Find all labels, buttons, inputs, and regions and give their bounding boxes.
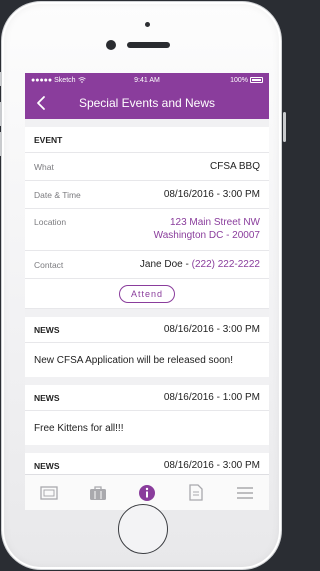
news-tag: NEWS [34,392,60,403]
volume-down-button [0,132,2,156]
news-header: NEWS 08/16/2016 - 3:00 PM [25,453,269,474]
mute-switch [0,72,2,86]
carrier: ●●●●● Sketch [31,77,108,84]
power-button [283,112,286,142]
phone-frame: ●●●●● Sketch 9:41 AM 100% Special Events… [0,1,286,570]
attend-button[interactable]: Attend [118,284,176,303]
datetime-label: Date & Time [34,189,81,200]
location-link[interactable]: 123 Main Street NW Washington DC - 20007 [154,217,260,242]
attend-row: Attend [25,279,269,309]
event-location-row[interactable]: Location 123 Main Street NW Washington D… [25,209,269,251]
front-camera [106,40,116,50]
battery: 100% [186,77,263,84]
news-date: 08/16/2016 - 3:00 PM [163,460,260,471]
nav-bar: Special Events and News [25,87,269,119]
carrier-name: Sketch [54,76,76,84]
news-card-3[interactable]: NEWS 08/16/2016 - 3:00 PM [25,453,269,474]
contact-phone-link[interactable]: (222) 222-2222 [192,259,260,270]
menu-icon [236,486,253,499]
news-date: 08/16/2016 - 1:00 PM [163,392,260,403]
tab-photos[interactable] [34,480,64,506]
proximity-sensor [145,22,150,27]
home-button[interactable] [118,504,168,554]
back-button[interactable] [33,93,51,113]
news-date: 08/16/2016 - 3:00 PM [163,324,260,335]
status-time: 9:41 AM [134,76,160,84]
what-label: What [34,161,54,172]
news-tag: NEWS [34,460,60,471]
location-label: Location [34,217,67,227]
event-datetime-row: Date & Time 08/16/2016 - 3:00 PM [25,181,269,209]
event-heading: EVENT [25,127,269,153]
chevron-left-icon [37,96,45,110]
news-text: Free Kittens for all!!! [34,422,124,434]
feed[interactable]: EVENT What CFSA BBQ Date & Time 08/16/20… [25,119,269,474]
app-screen: ●●●●● Sketch 9:41 AM 100% Special Events… [25,73,269,510]
what-value: CFSA BBQ [209,161,260,172]
signal-dots-icon: ●●●●● [31,76,53,84]
datetime-value: 08/16/2016 - 3:00 PM [163,189,260,200]
tab-jobs[interactable] [83,480,113,506]
news-text: New CFSA Application will be released so… [34,354,233,366]
tab-documents[interactable] [181,480,211,506]
tab-info[interactable] [132,480,162,506]
location-line-2: Washington DC - 20007 [153,229,260,241]
news-card-1[interactable]: NEWS 08/16/2016 - 3:00 PM New CFSA Appli… [25,317,269,377]
status-bar: ●●●●● Sketch 9:41 AM 100% [25,73,269,87]
event-contact-row: Contact Jane Doe - (222) 222-2222 [25,251,269,279]
news-header: NEWS 08/16/2016 - 1:00 PM [25,385,269,411]
news-tag: NEWS [34,324,60,335]
document-icon [189,484,203,501]
page-title: Special Events and News [78,96,216,110]
event-heading-label: EVENT [34,134,63,145]
tab-menu[interactable] [230,480,260,506]
briefcase-icon [90,485,107,500]
event-what-row: What CFSA BBQ [25,153,269,181]
wifi-icon [77,77,86,83]
location-line-1: 123 Main Street NW [169,217,260,228]
photo-frame-icon [40,485,59,500]
news-card-2[interactable]: NEWS 08/16/2016 - 1:00 PM Free Kittens f… [25,385,269,445]
battery-icon [249,77,263,83]
news-header: NEWS 08/16/2016 - 3:00 PM [25,317,269,343]
contact-label: Contact [34,259,64,270]
earpiece-speaker [127,42,170,48]
info-icon [138,484,155,501]
event-card: EVENT What CFSA BBQ Date & Time 08/16/20… [25,127,269,309]
battery-percent: 100% [230,76,248,84]
volume-up-button [0,102,2,126]
contact-value: Jane Doe - (222) 222-2222 [140,259,260,270]
contact-name: Jane Doe - [139,259,192,270]
app-header: ●●●●● Sketch 9:41 AM 100% Special Events… [25,73,269,119]
